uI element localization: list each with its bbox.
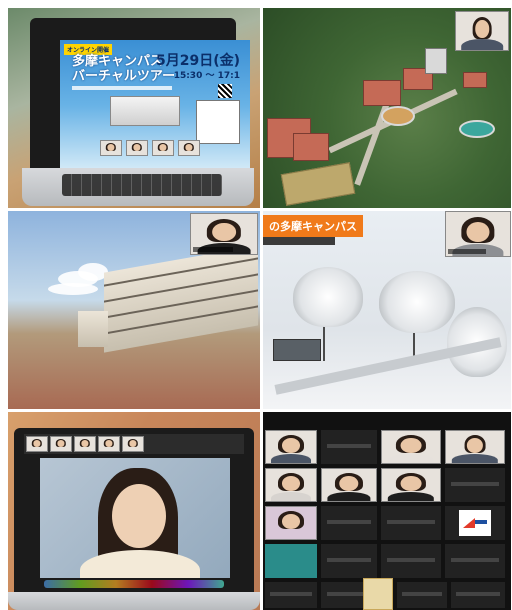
banner-subtitle <box>263 237 335 245</box>
participant-tile-off <box>451 582 505 608</box>
participant-thumb <box>26 436 48 452</box>
dock-bar <box>44 580 224 588</box>
gate-building <box>273 339 321 361</box>
poster-date: 5月29日(金) <box>155 53 240 69</box>
participant-tile-off <box>321 544 377 578</box>
participant-tile-off <box>381 506 441 540</box>
virtual-tour-poster: オンライン開催 多摩キャンパス バーチャルツアー 5月29日(金) 15:30 … <box>60 40 250 172</box>
photo-laptop-zoom-call <box>8 412 260 610</box>
participant-tile-illustration <box>265 506 317 540</box>
keyboard <box>62 174 222 196</box>
participant-tile-off <box>397 582 447 608</box>
campus-building <box>463 72 487 88</box>
participant-thumb <box>50 436 72 452</box>
university-logo-icon <box>459 510 491 536</box>
participant-tile-off <box>265 582 317 608</box>
campus-building <box>363 80 401 106</box>
participant-tile <box>445 430 505 464</box>
campus-field <box>280 162 356 206</box>
photo-campus-aerial <box>263 8 511 208</box>
snowy-tree <box>293 267 363 327</box>
snowy-tree <box>379 271 455 333</box>
zoom-top-strip <box>24 434 244 454</box>
speaker-face <box>112 484 166 548</box>
participant-tile-off <box>321 506 377 540</box>
poster-title-line2: バーチャルツアー <box>72 69 176 84</box>
presenter-thumbnail <box>455 11 509 51</box>
participant-tile <box>321 468 377 502</box>
laptop-screen <box>14 428 254 592</box>
participant-thumb <box>74 436 96 452</box>
participant-tile-off <box>321 430 377 464</box>
poster-building-image <box>110 96 180 126</box>
participant-thumb <box>100 140 122 156</box>
participant-name-label <box>193 247 233 252</box>
presenter-thumbnail <box>190 213 258 255</box>
campus-dome <box>381 106 415 126</box>
participant-tile <box>381 430 441 464</box>
qr-code-icon <box>218 84 232 98</box>
participant-thumb <box>98 436 120 452</box>
campus-building <box>293 133 329 161</box>
participant-tile-off <box>381 544 441 578</box>
laptop-base <box>22 168 254 206</box>
participant-name-label <box>448 249 487 254</box>
participant-tile-logo <box>445 506 505 540</box>
photo-campus-building <box>8 211 260 409</box>
laptop-base <box>8 592 260 610</box>
campus-stadium <box>459 120 495 138</box>
laptop-screen: オンライン開催 多摩キャンパス バーチャルツアー 5月29日(金) 15:30 … <box>30 18 250 172</box>
snow-campus-banner: の多摩キャンパス <box>263 215 363 237</box>
main-building <box>104 245 258 353</box>
participant-thumb <box>152 140 174 156</box>
presenter-thumbnail <box>445 211 511 257</box>
participant-tile-teal <box>265 544 317 578</box>
campus-building <box>425 48 447 74</box>
poster-subtitle-bar <box>72 86 172 90</box>
participant-tile-off <box>445 544 505 578</box>
participant-thumb <box>122 436 144 452</box>
participant-tile <box>381 468 441 502</box>
poster-program-box <box>196 100 240 144</box>
side-building <box>78 311 108 347</box>
participant-thumb <box>126 140 148 156</box>
participant-tile-off <box>445 468 505 502</box>
participant-tile-drawing <box>363 578 393 610</box>
poster-time: 15:30 〜 17:1 <box>173 71 240 81</box>
participant-thumb <box>178 140 200 156</box>
zoom-gallery-view <box>263 412 511 610</box>
participant-tile <box>265 468 317 502</box>
participant-tile <box>265 430 317 464</box>
photo-snowy-campus: の多摩キャンパス <box>263 211 511 409</box>
photo-laptop-poster: オンライン開催 多摩キャンパス バーチャルツアー 5月29日(金) 15:30 … <box>8 8 260 208</box>
active-speaker-view <box>40 458 230 578</box>
cloud <box>48 283 98 295</box>
